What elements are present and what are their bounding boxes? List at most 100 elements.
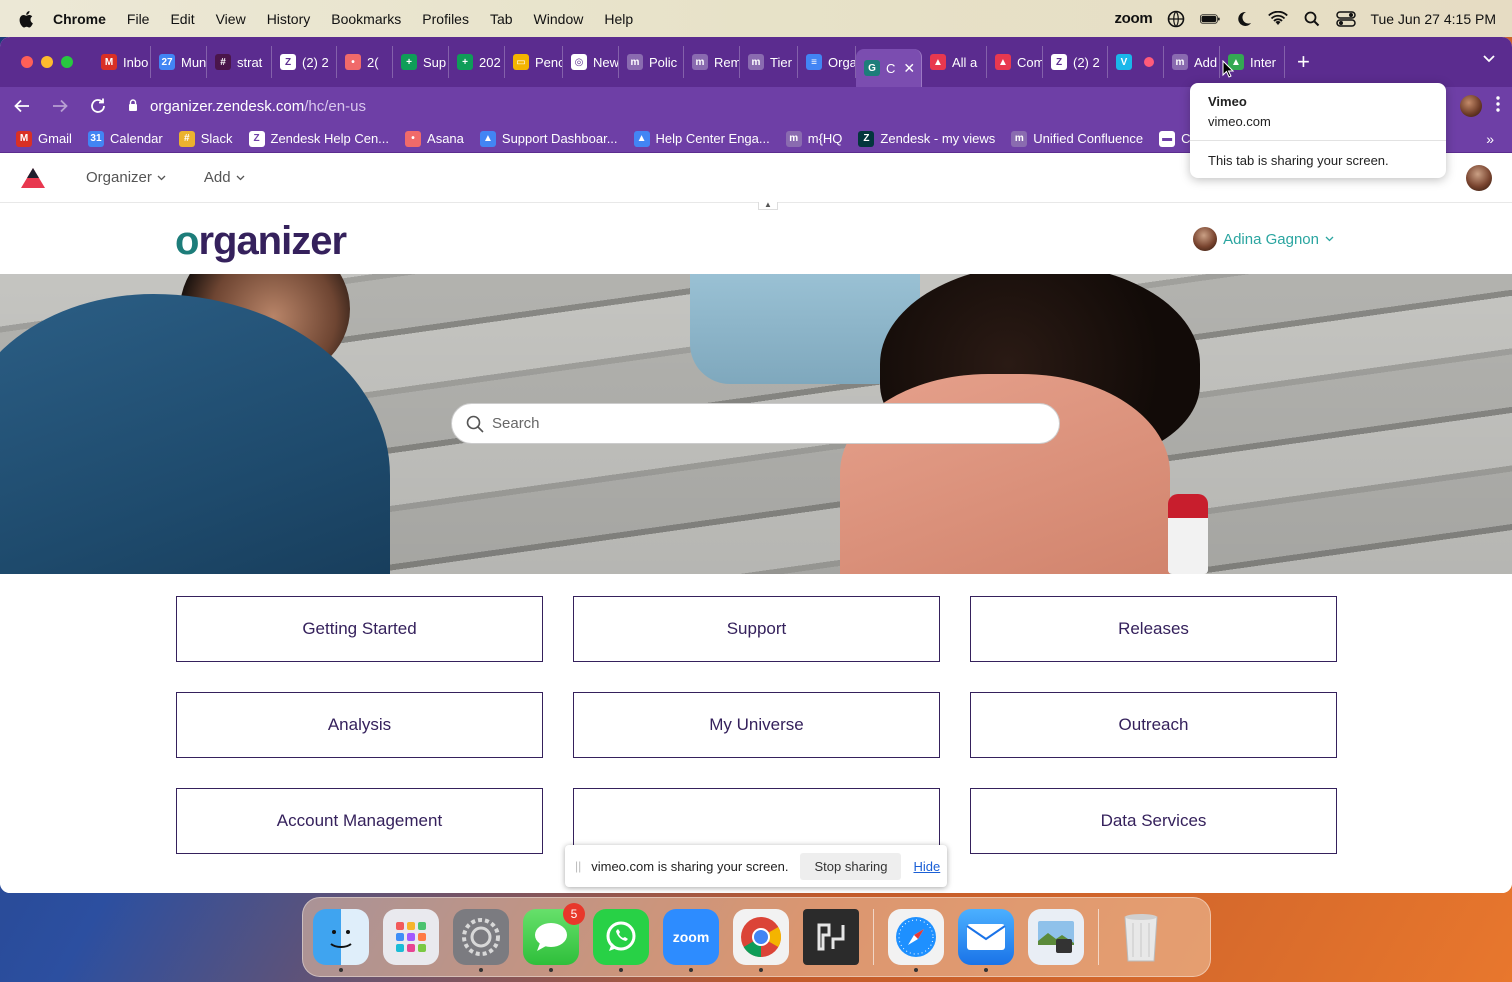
new-tab-button[interactable]: +	[1297, 49, 1310, 75]
close-window-button[interactable]	[21, 56, 33, 68]
whatsapp-icon[interactable]	[593, 909, 649, 972]
category-button[interactable]: Support	[573, 596, 940, 662]
zoom-window-button[interactable]	[61, 56, 73, 68]
bookmark-item[interactable]: M Gmail	[16, 130, 72, 147]
browser-tab[interactable]: # strat	[207, 46, 272, 78]
menu-window[interactable]: Window	[534, 11, 584, 27]
bookmark-item[interactable]: ▲ Help Center Enga...	[633, 130, 770, 147]
drag-grip-icon[interactable]: ||	[575, 859, 581, 873]
category-button[interactable]: My Universe	[573, 692, 940, 758]
close-tab-icon[interactable]: ✕	[903, 60, 915, 77]
bookmark-item[interactable]: ▲ Support Dashboar...	[479, 130, 618, 147]
menu-help[interactable]: Help	[604, 11, 633, 27]
bookmark-item[interactable]: ▬ C	[1159, 130, 1191, 147]
zendesk-z-icon: Z	[858, 130, 875, 147]
browser-tab[interactable]: M Inbo	[93, 46, 151, 78]
preview-app-icon[interactable]	[1028, 909, 1084, 965]
forward-arrow-icon[interactable]	[50, 96, 70, 116]
sheets-icon: +	[457, 54, 473, 70]
spotlight-search-icon[interactable]	[1302, 11, 1322, 27]
user-name: Adina Gagnon	[1223, 230, 1319, 248]
add-menu[interactable]: Add	[204, 169, 245, 186]
browser-tab[interactable]: Z (2) 2	[1043, 46, 1108, 78]
zoom-app-icon[interactable]: zoom	[663, 909, 719, 972]
lock-icon[interactable]	[128, 98, 138, 114]
search-input[interactable]	[492, 415, 1012, 432]
menubar-clock[interactable]: Tue Jun 27 4:15 PM	[1370, 11, 1496, 27]
menu-bookmarks[interactable]: Bookmarks	[331, 11, 401, 27]
profile-avatar[interactable]	[1460, 95, 1482, 117]
do-not-disturb-moon-icon[interactable]	[1234, 11, 1254, 27]
minimize-window-button[interactable]	[41, 56, 53, 68]
bookmark-item[interactable]: m Unified Confluence	[1011, 130, 1143, 147]
category-button[interactable]: Analysis	[176, 692, 543, 758]
vpn-globe-icon[interactable]	[1166, 10, 1186, 27]
zoom-status-item[interactable]: zoom	[1114, 10, 1152, 27]
bookmark-item[interactable]: • Asana	[405, 130, 464, 147]
launchpad-icon[interactable]	[383, 909, 439, 965]
bookmark-item[interactable]: m m{HQ	[785, 130, 843, 147]
browser-tab[interactable]: G C ✕	[856, 49, 922, 87]
messages-icon[interactable]: 5	[523, 903, 585, 972]
menu-edit[interactable]: Edit	[170, 11, 194, 27]
menu-profiles[interactable]: Profiles	[422, 11, 469, 27]
menu-app-chrome[interactable]: Chrome	[53, 11, 106, 27]
system-settings-gear-icon[interactable]	[453, 909, 509, 972]
reload-icon[interactable]	[88, 96, 108, 116]
zendesk-logo-icon[interactable]	[20, 166, 46, 190]
browser-tab[interactable]: ▲ All a	[922, 46, 987, 78]
wifi-icon[interactable]	[1268, 11, 1289, 27]
tab-search-chevron-icon[interactable]	[1482, 51, 1496, 70]
tab-title: Inbo	[123, 54, 149, 70]
back-arrow-icon[interactable]	[12, 96, 32, 116]
search-box[interactable]	[451, 403, 1060, 444]
category-button[interactable]: Account Management	[176, 788, 543, 854]
browser-tab[interactable]: ▲ Com	[987, 46, 1043, 78]
more-bookmarks-icon[interactable]: »	[1486, 131, 1494, 147]
browser-tab[interactable]: V	[1108, 46, 1164, 78]
chrome-app-icon[interactable]	[733, 909, 789, 972]
kebab-menu-icon[interactable]	[1496, 95, 1500, 117]
trash-icon[interactable]	[1113, 909, 1169, 965]
category-button[interactable]: Releases	[970, 596, 1337, 662]
browser-tab[interactable]: m Add	[1164, 46, 1220, 78]
stop-sharing-button[interactable]: Stop sharing	[800, 852, 902, 880]
control-center-icon[interactable]	[1336, 10, 1357, 27]
bookmark-item[interactable]: Z Zendesk - my views	[858, 130, 995, 147]
safari-compass-icon[interactable]	[888, 909, 944, 972]
mail-icon[interactable]	[958, 909, 1014, 972]
user-menu[interactable]: Adina Gagnon	[1193, 227, 1334, 251]
menu-history[interactable]: History	[267, 11, 311, 27]
battery-icon[interactable]	[1200, 11, 1221, 27]
browser-tab[interactable]: Z (2) 2	[272, 46, 337, 78]
agent-avatar[interactable]	[1466, 165, 1492, 191]
browser-tab[interactable]: ≡ Orga	[798, 46, 856, 78]
address-bar[interactable]: organizer.zendesk.com/hc/en-us	[128, 98, 366, 115]
browser-tab[interactable]: 27 Mun	[151, 46, 207, 78]
menu-view[interactable]: View	[216, 11, 246, 27]
apple-icon[interactable]	[18, 10, 36, 28]
browser-tab[interactable]: • 2(	[337, 46, 393, 78]
category-button[interactable]: Outreach	[970, 692, 1337, 758]
browser-tab[interactable]: m Tier	[740, 46, 798, 78]
code-editor-app-icon[interactable]	[803, 909, 859, 965]
browser-tab[interactable]: m Polic	[619, 46, 684, 78]
menu-tab[interactable]: Tab	[490, 11, 513, 27]
browser-tab[interactable]: +202	[449, 46, 505, 78]
organizer-logo[interactable]: organizer	[175, 219, 347, 264]
browser-tab[interactable]: + Sup	[393, 46, 449, 78]
browser-tab[interactable]: m Rem	[684, 46, 740, 78]
category-button[interactable]: Data Services	[970, 788, 1337, 854]
bookmark-item[interactable]: Z Zendesk Help Cen...	[248, 130, 389, 147]
category-button[interactable]: Getting Started	[176, 596, 543, 662]
browser-tab[interactable]: ◎ New	[563, 46, 619, 78]
bookmark-item[interactable]: 31 Calendar	[87, 130, 163, 147]
hide-button[interactable]: Hide	[913, 859, 940, 874]
add-menu-label: Add	[203, 169, 231, 186]
bookmark-label: m{HQ	[807, 131, 843, 146]
organizer-menu[interactable]: Organizer	[86, 169, 166, 186]
menu-file[interactable]: File	[127, 11, 150, 27]
bookmark-item[interactable]: # Slack	[178, 130, 233, 147]
browser-tab[interactable]: ▭ Penc	[505, 46, 563, 78]
finder-icon[interactable]	[313, 909, 369, 972]
